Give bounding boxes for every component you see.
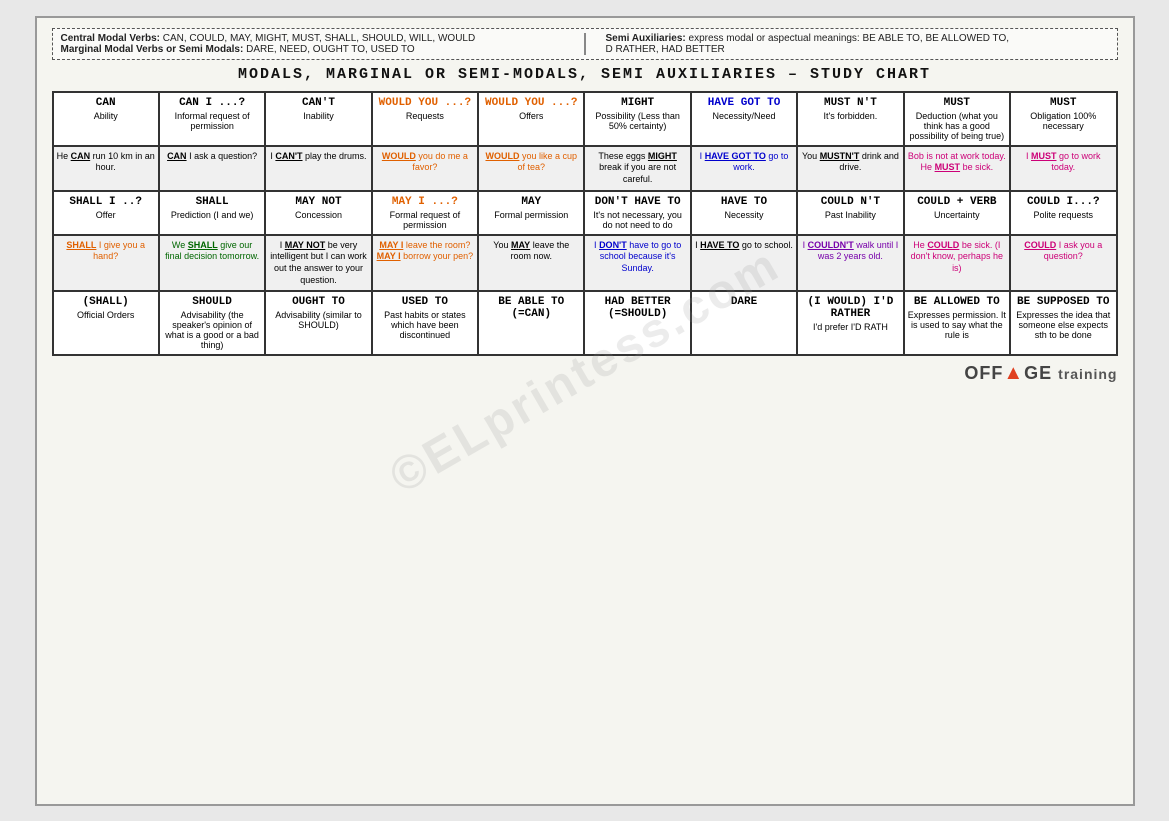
cell-would-you-2: WOULD YOU ...? Offers (478, 92, 584, 146)
cell-dare: DARE (691, 291, 797, 355)
ex-couldnt: I COULDN'T walk until I was 2 years old. (797, 235, 903, 292)
ex-must-deduction: Bob is not at work today. He MUST be sic… (904, 146, 1010, 191)
logo-triangle: ▲ (1003, 362, 1024, 384)
cell-dont-have-to: DON'T HAVE TO It's not necessary, you do… (584, 191, 690, 235)
cell-shall-official: (SHALL) Official Orders (53, 291, 159, 355)
ex-can: He CAN run 10 km in an hour. (53, 146, 159, 191)
header-box: Central Modal Verbs: CAN, COULD, MAY, MI… (52, 28, 1118, 60)
ex-have-got-to: I HAVE GOT TO go to work. (691, 146, 797, 191)
cell-have-to: HAVE TO Necessity (691, 191, 797, 235)
logo-age: GE (1024, 363, 1052, 383)
cell-can: CAN Ability (53, 92, 159, 146)
cell-could-verb: COULD + VERB Uncertainty (904, 191, 1010, 235)
header-row-1: CAN Ability CAN I ...? Informal request … (53, 92, 1117, 146)
cell-may: MAY Formal permission (478, 191, 584, 235)
ex-must-obligation: I MUST go to work today. (1010, 146, 1116, 191)
ex-dont-have-to: I DON'T have to go to school because it'… (584, 235, 690, 292)
ex-mustnt: You MUSTN'T drink and drive. (797, 146, 903, 191)
header-row-3: (SHALL) Official Orders SHOULD Advisabil… (53, 291, 1117, 355)
cell-have-got-to: HAVE GOT TO Necessity/Need (691, 92, 797, 146)
ex-might: These eggs MIGHT break if you are not ca… (584, 146, 690, 191)
cell-be-allowed-to: BE ALLOWED TO Expresses permission. It i… (904, 291, 1010, 355)
ex-can-i: CAN I ask a question? (159, 146, 265, 191)
example-row-2: SHALL I give you a hand? We SHALL give o… (53, 235, 1117, 292)
ex-shall-i: SHALL I give you a hand? (53, 235, 159, 292)
cell-ought-to: OUGHT TO Advisability (similar to SHOULD… (265, 291, 371, 355)
ex-could-i: COULD I ask you a question? (1010, 235, 1116, 292)
chart-title: MODALS, MARGINAL OR SEMI-MODALS, SEMI AU… (52, 66, 1118, 83)
logo: OFF▲GE training (52, 362, 1118, 385)
logo-text: OFF (964, 363, 1003, 383)
study-chart: CAN Ability CAN I ...? Informal request … (52, 91, 1118, 357)
cell-could-i: COULD I...? Polite requests (1010, 191, 1116, 235)
cell-be-able-to: BE ABLE TO (=CAN) (478, 291, 584, 355)
logo-training-text: training (1058, 366, 1117, 382)
cell-must-deduction: MUST Deduction (what you think has a goo… (904, 92, 1010, 146)
cell-mustnt: MUST N'T It's forbidden. (797, 92, 903, 146)
header-col2: Semi Auxiliaries: express modal or aspec… (606, 33, 1109, 55)
ex-cant: I CAN'T play the drums. (265, 146, 371, 191)
ex-have-to: I HAVE TO go to school. (691, 235, 797, 292)
page: ©ELprintess.com Central Modal Verbs: CAN… (35, 16, 1135, 806)
ex-may: You MAY leave the room now. (478, 235, 584, 292)
ex-may-i: MAY I leave the room? MAY I borrow your … (372, 235, 478, 292)
cell-shall-i: SHALL I ..? Offer (53, 191, 159, 235)
ex-would-2: WOULD you like a cup of tea? (478, 146, 584, 191)
cell-be-supposed-to: BE SUPPOSED TO Expresses the idea that s… (1010, 291, 1116, 355)
cell-may-i: MAY I ...? Formal request of permission (372, 191, 478, 235)
cell-shall: SHALL Prediction (I and we) (159, 191, 265, 235)
cell-used-to: USED TO Past habits or states which have… (372, 291, 478, 355)
ex-shall: We SHALL give our final decision tomorro… (159, 235, 265, 292)
cell-couldnt: COULD N'T Past Inability (797, 191, 903, 235)
cell-had-better: HAD BETTER (=SHOULD) (584, 291, 690, 355)
cell-would-you-1: WOULD YOU ...? Requests (372, 92, 478, 146)
cell-cant: CAN'T Inability (265, 92, 371, 146)
cell-id-rather: (I WOULD) I'D RATHER I'd prefer I'D RATH (797, 291, 903, 355)
header-col1: Central Modal Verbs: CAN, COULD, MAY, MI… (61, 33, 564, 55)
cell-must-obligation: MUST Obligation 100% necessary (1010, 92, 1116, 146)
ex-may-not: I MAY NOT be very intelligent but I can … (265, 235, 371, 292)
cell-should: SHOULD Advisability (the speaker's opini… (159, 291, 265, 355)
ex-could-verb: He COULD be sick. (I don't know, perhaps… (904, 235, 1010, 292)
cell-can-i: CAN I ...? Informal request of permissio… (159, 92, 265, 146)
example-row-1: He CAN run 10 km in an hour. CAN I ask a… (53, 146, 1117, 191)
header-row-2: SHALL I ..? Offer SHALL Prediction (I an… (53, 191, 1117, 235)
cell-may-not: MAY NOT Concession (265, 191, 371, 235)
ex-would-1: WOULD you do me a favor? (372, 146, 478, 191)
cell-might: MIGHT Possibility (Less than 50% certain… (584, 92, 690, 146)
